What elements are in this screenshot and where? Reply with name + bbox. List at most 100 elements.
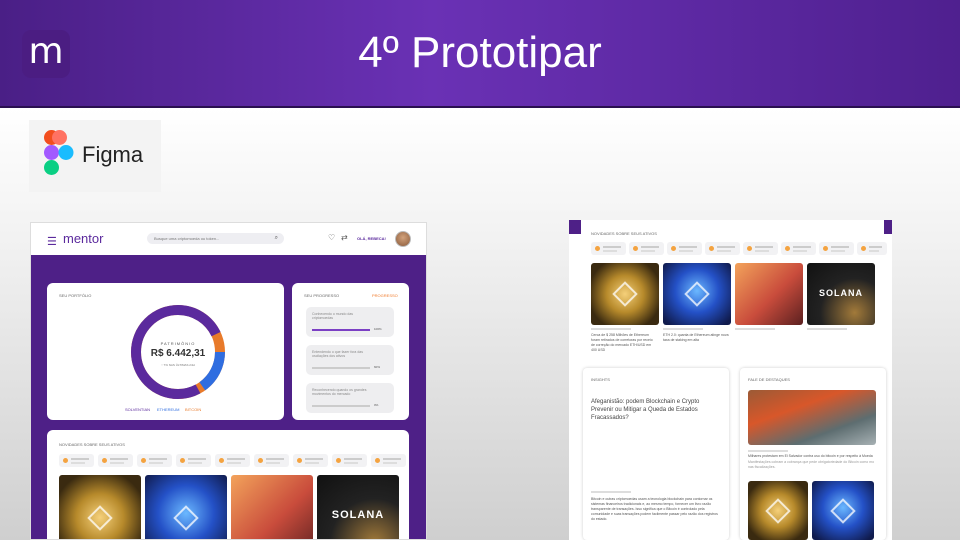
legend-ethereum: ETHEREUM bbox=[157, 407, 180, 412]
chip-text-line bbox=[793, 250, 807, 252]
progress-card: SEU PROGRESSO PROGRESSO Conhecendo o mun… bbox=[292, 283, 409, 420]
progress-item-1[interactable]: Conhecendo o mundo das criptomoedas 100% bbox=[306, 307, 394, 337]
placeholder-line bbox=[591, 491, 631, 493]
chip-text-line bbox=[869, 250, 879, 252]
chip-text-line bbox=[755, 250, 769, 252]
asset-chip[interactable] bbox=[857, 242, 887, 255]
news-thumb-binoculars[interactable] bbox=[231, 475, 313, 539]
article-title[interactable]: Afeganistão: podem Blockchain e Crypto P… bbox=[591, 398, 721, 422]
swap-icon[interactable]: ⇄ bbox=[341, 233, 348, 242]
search-input[interactable]: Busque uma criptomoeda ou token... ⌕ bbox=[147, 233, 284, 244]
progress-item-3[interactable]: Reconhecendo quando os grandes movimento… bbox=[306, 383, 394, 413]
asset-chip[interactable] bbox=[293, 454, 328, 467]
placeholder-line bbox=[663, 328, 703, 330]
chip-text-line bbox=[641, 246, 659, 248]
chip-text-line bbox=[149, 458, 167, 460]
asset-chip[interactable] bbox=[371, 454, 406, 467]
chip-text-line bbox=[679, 250, 693, 252]
chip-text-line bbox=[266, 462, 280, 464]
figma-icon bbox=[44, 130, 74, 175]
asset-chip[interactable] bbox=[781, 242, 816, 255]
featured-thumb-protest[interactable] bbox=[748, 390, 876, 445]
progress-item-text: Entendendo o que fazer fora das oscilaçõ… bbox=[312, 350, 363, 358]
news-thumb-solana[interactable]: SOLANA bbox=[317, 475, 399, 539]
asset-chip[interactable] bbox=[98, 454, 133, 467]
coin-icon bbox=[375, 458, 380, 463]
progress-track bbox=[312, 367, 370, 369]
purple-edge bbox=[884, 220, 892, 234]
coin-icon bbox=[141, 458, 146, 463]
asset-chip[interactable] bbox=[176, 454, 211, 467]
news-thumb-binoculars[interactable] bbox=[735, 263, 803, 325]
coin-icon bbox=[102, 458, 107, 463]
progress-button[interactable]: PROGRESSO bbox=[372, 293, 398, 298]
insights-label: INSIGHTS bbox=[591, 377, 610, 382]
asset-chip[interactable] bbox=[705, 242, 740, 255]
patrimonio-value: R$ 6.442,31 bbox=[150, 348, 206, 359]
coin-icon bbox=[63, 458, 68, 463]
asset-chip[interactable] bbox=[819, 242, 854, 255]
news-thumb-ethereum-blue[interactable] bbox=[812, 481, 874, 540]
asset-chip[interactable] bbox=[59, 454, 94, 467]
news-caption[interactable]: Cerca de $ 258 Milhões de Ethereum foram… bbox=[591, 333, 657, 353]
progress-title: SEU PROGRESSO bbox=[304, 293, 340, 298]
news-thumb-ethereum-gold[interactable] bbox=[59, 475, 141, 539]
progress-track bbox=[312, 405, 370, 407]
progress-pct: 0% bbox=[374, 403, 379, 407]
chip-text-line bbox=[383, 458, 401, 460]
featured-caption[interactable]: Milhares protestam em El Salvador contra… bbox=[748, 454, 878, 459]
coin-icon bbox=[671, 246, 676, 251]
progress-item-2[interactable]: Entendendo o que fazer fora das oscilaçõ… bbox=[306, 345, 394, 375]
chip-text-line bbox=[305, 462, 319, 464]
chip-text-line bbox=[188, 462, 202, 464]
chip-text-line bbox=[641, 250, 655, 252]
avatar[interactable] bbox=[395, 231, 411, 247]
purple-edge bbox=[569, 220, 581, 234]
chip-text-line bbox=[383, 462, 397, 464]
chip-text-line bbox=[344, 458, 362, 460]
chip-text-line bbox=[679, 246, 697, 248]
news-title: NOVIDADES SOBRE SEUS ATIVOS bbox=[59, 442, 125, 447]
news-thumb-ethereum-gold[interactable] bbox=[591, 263, 659, 325]
news-thumb-ethereum-gold[interactable] bbox=[748, 481, 808, 540]
patrimonio-label: PATRIMÔNIO bbox=[160, 341, 196, 346]
asset-chip[interactable] bbox=[667, 242, 702, 255]
coin-icon bbox=[258, 458, 263, 463]
chip-text-line bbox=[831, 246, 849, 248]
progress-pct: 100% bbox=[374, 327, 382, 331]
placeholder-line bbox=[591, 328, 631, 330]
chip-text-line bbox=[227, 462, 241, 464]
asset-chip[interactable] bbox=[137, 454, 172, 467]
news-card: NOVIDADES SOBRE SEUS ATIVOS SOLANA bbox=[47, 430, 409, 539]
asset-chip[interactable] bbox=[743, 242, 778, 255]
asset-chip[interactable] bbox=[332, 454, 367, 467]
news-thumb-ethereum-blue[interactable] bbox=[145, 475, 227, 539]
placeholder-line bbox=[807, 328, 847, 330]
progress-fill bbox=[312, 329, 370, 331]
ethereum-icon bbox=[684, 281, 710, 307]
coin-icon bbox=[633, 246, 638, 251]
asset-chip[interactable] bbox=[629, 242, 664, 255]
chip-text-line bbox=[305, 458, 323, 460]
chip-text-line bbox=[869, 246, 882, 248]
portfolio-title: SEU PORTFÓLIO bbox=[59, 293, 92, 298]
chip-text-line bbox=[149, 462, 163, 464]
news-title: NOVIDADES SOBRE SEUS ATIVOS bbox=[591, 231, 657, 236]
chip-text-line bbox=[717, 246, 735, 248]
news-caption[interactable]: ETH 2.0: quanta de Ethereum atinge nova … bbox=[663, 333, 729, 343]
user-greeting: OLÁ, REBECA! bbox=[357, 236, 386, 241]
asset-chip[interactable] bbox=[215, 454, 250, 467]
article-body: Bitcoin e outras criptomoedas usam a tec… bbox=[591, 497, 718, 521]
news-thumb-solana[interactable]: SOLANA bbox=[807, 263, 875, 325]
asset-chip[interactable] bbox=[591, 242, 626, 255]
heart-icon[interactable]: ♡ bbox=[328, 233, 335, 242]
menu-icon[interactable]: ☰ bbox=[47, 235, 57, 248]
chip-text-line bbox=[603, 246, 621, 248]
coin-icon bbox=[823, 246, 828, 251]
featured-subcaption: Manifestações cobram a cobrança que pede… bbox=[748, 460, 875, 469]
news-thumb-ethereum-blue[interactable] bbox=[663, 263, 731, 325]
ethereum-icon bbox=[612, 281, 638, 307]
legend-bitcoin: BITCOIN bbox=[185, 407, 202, 412]
asset-chip[interactable] bbox=[254, 454, 289, 467]
coin-icon bbox=[297, 458, 302, 463]
